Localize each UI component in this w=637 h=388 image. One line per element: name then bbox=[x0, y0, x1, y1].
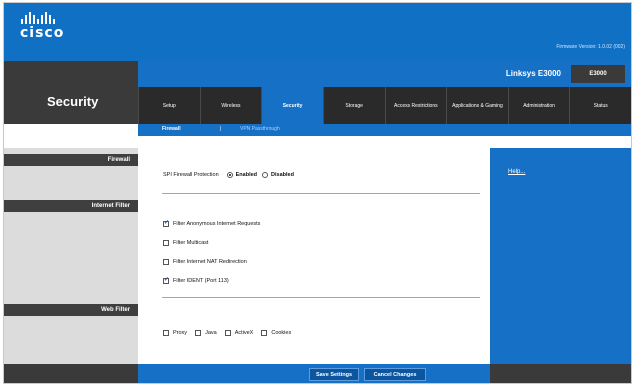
sub-tabs: Firewall | VPN Passthrough bbox=[138, 124, 631, 136]
java-checkbox[interactable] bbox=[195, 330, 202, 336]
tab-setup[interactable]: Setup bbox=[138, 87, 200, 124]
cookies-label: Cookies bbox=[271, 330, 292, 336]
firewall-disabled-label: Disabled bbox=[271, 172, 294, 178]
model-number: E3000 bbox=[571, 65, 625, 83]
tab-wireless[interactable]: Wireless bbox=[199, 87, 262, 124]
save-settings-button[interactable]: Save Settings bbox=[309, 368, 359, 381]
divider bbox=[162, 297, 480, 298]
tab-status[interactable]: Status bbox=[569, 87, 631, 124]
cookies-checkbox[interactable] bbox=[261, 330, 268, 336]
proxy-checkbox[interactable] bbox=[163, 330, 169, 336]
proxy-label: Proxy bbox=[173, 330, 188, 336]
page-title: Security bbox=[47, 94, 99, 109]
firewall-enabled-radio[interactable] bbox=[226, 172, 233, 178]
spi-firewall-label: SPI Firewall Protection bbox=[163, 172, 219, 178]
cisco-logo: cisco bbox=[20, 12, 64, 41]
tab-administration[interactable]: Administration bbox=[507, 87, 570, 124]
help-panel: Help... bbox=[490, 148, 631, 364]
activex-label: ActiveX bbox=[234, 330, 254, 336]
subtab-firewall[interactable]: Firewall bbox=[162, 126, 181, 132]
web-filter-row: Proxy Java ActiveX Cookies bbox=[163, 330, 291, 336]
settings-panel: SPI Firewall Protection Enabled Disabled… bbox=[138, 136, 490, 364]
filter-ident-label: Filter IDENT (Port 113) bbox=[173, 278, 229, 284]
tab-access-restrictions[interactable]: Access Restrictions bbox=[384, 87, 447, 124]
filter-multicast-label: Filter Multicast bbox=[173, 240, 209, 246]
subtab-vpn-passthrough[interactable]: VPN Passthrough bbox=[240, 126, 280, 132]
filter-ident-row: Filter IDENT (Port 113) bbox=[163, 276, 229, 284]
filter-anonymous-label: Filter Anonymous Internet Requests bbox=[173, 221, 261, 227]
firewall-enabled-label: Enabled bbox=[235, 172, 258, 178]
java-label: Java bbox=[205, 330, 217, 336]
header-bar: cisco Firmware Version: 1.0.02 (002) bbox=[4, 3, 631, 61]
router-admin-window: cisco Firmware Version: 1.0.02 (002) Lin… bbox=[3, 2, 632, 384]
filter-ident-checkbox[interactable] bbox=[163, 276, 169, 284]
divider bbox=[162, 193, 480, 194]
filter-anonymous-row: Filter Anonymous Internet Requests bbox=[163, 219, 261, 227]
footer-bar: Save Settings Cancel Changes bbox=[4, 364, 631, 383]
product-bar: Linksys E3000 E3000 bbox=[4, 61, 631, 87]
main-tabs: Setup Wireless Security Storage Access R… bbox=[138, 87, 631, 124]
nav-bar: Security Setup Wireless Security Storage… bbox=[4, 87, 631, 124]
filter-nat-label: Filter Internet NAT Redirection bbox=[173, 259, 247, 265]
tab-storage[interactable]: Storage bbox=[322, 87, 385, 124]
filter-multicast-checkbox[interactable] bbox=[163, 240, 169, 246]
tab-security[interactable]: Security bbox=[261, 87, 323, 124]
filter-multicast-row: Filter Multicast bbox=[163, 240, 208, 246]
left-sidebar: Firewall Internet Filter Web Filter bbox=[4, 136, 138, 364]
section-label-firewall: Firewall bbox=[4, 154, 138, 166]
activex-checkbox[interactable] bbox=[224, 330, 231, 336]
spi-firewall-row: SPI Firewall Protection Enabled Disabled bbox=[163, 172, 294, 178]
cisco-wordmark: cisco bbox=[20, 25, 65, 41]
tab-applications-gaming[interactable]: Applications & Gaming bbox=[446, 87, 508, 124]
product-name: Linksys E3000 bbox=[505, 69, 561, 78]
help-link[interactable]: Help... bbox=[508, 169, 525, 175]
cancel-changes-button[interactable]: Cancel Changes bbox=[364, 368, 426, 381]
firewall-disabled-radio[interactable] bbox=[262, 172, 269, 178]
cisco-bars-icon bbox=[21, 12, 64, 24]
filter-nat-checkbox[interactable] bbox=[163, 259, 169, 265]
firmware-version: Firmware Version: 1.0.02 (002) bbox=[556, 44, 625, 50]
filter-nat-row: Filter Internet NAT Redirection bbox=[163, 259, 247, 265]
filter-anonymous-checkbox[interactable] bbox=[163, 219, 169, 227]
section-label-internet-filter: Internet Filter bbox=[4, 200, 138, 212]
subtab-separator: | bbox=[220, 126, 222, 132]
section-label-web-filter: Web Filter bbox=[4, 304, 138, 316]
